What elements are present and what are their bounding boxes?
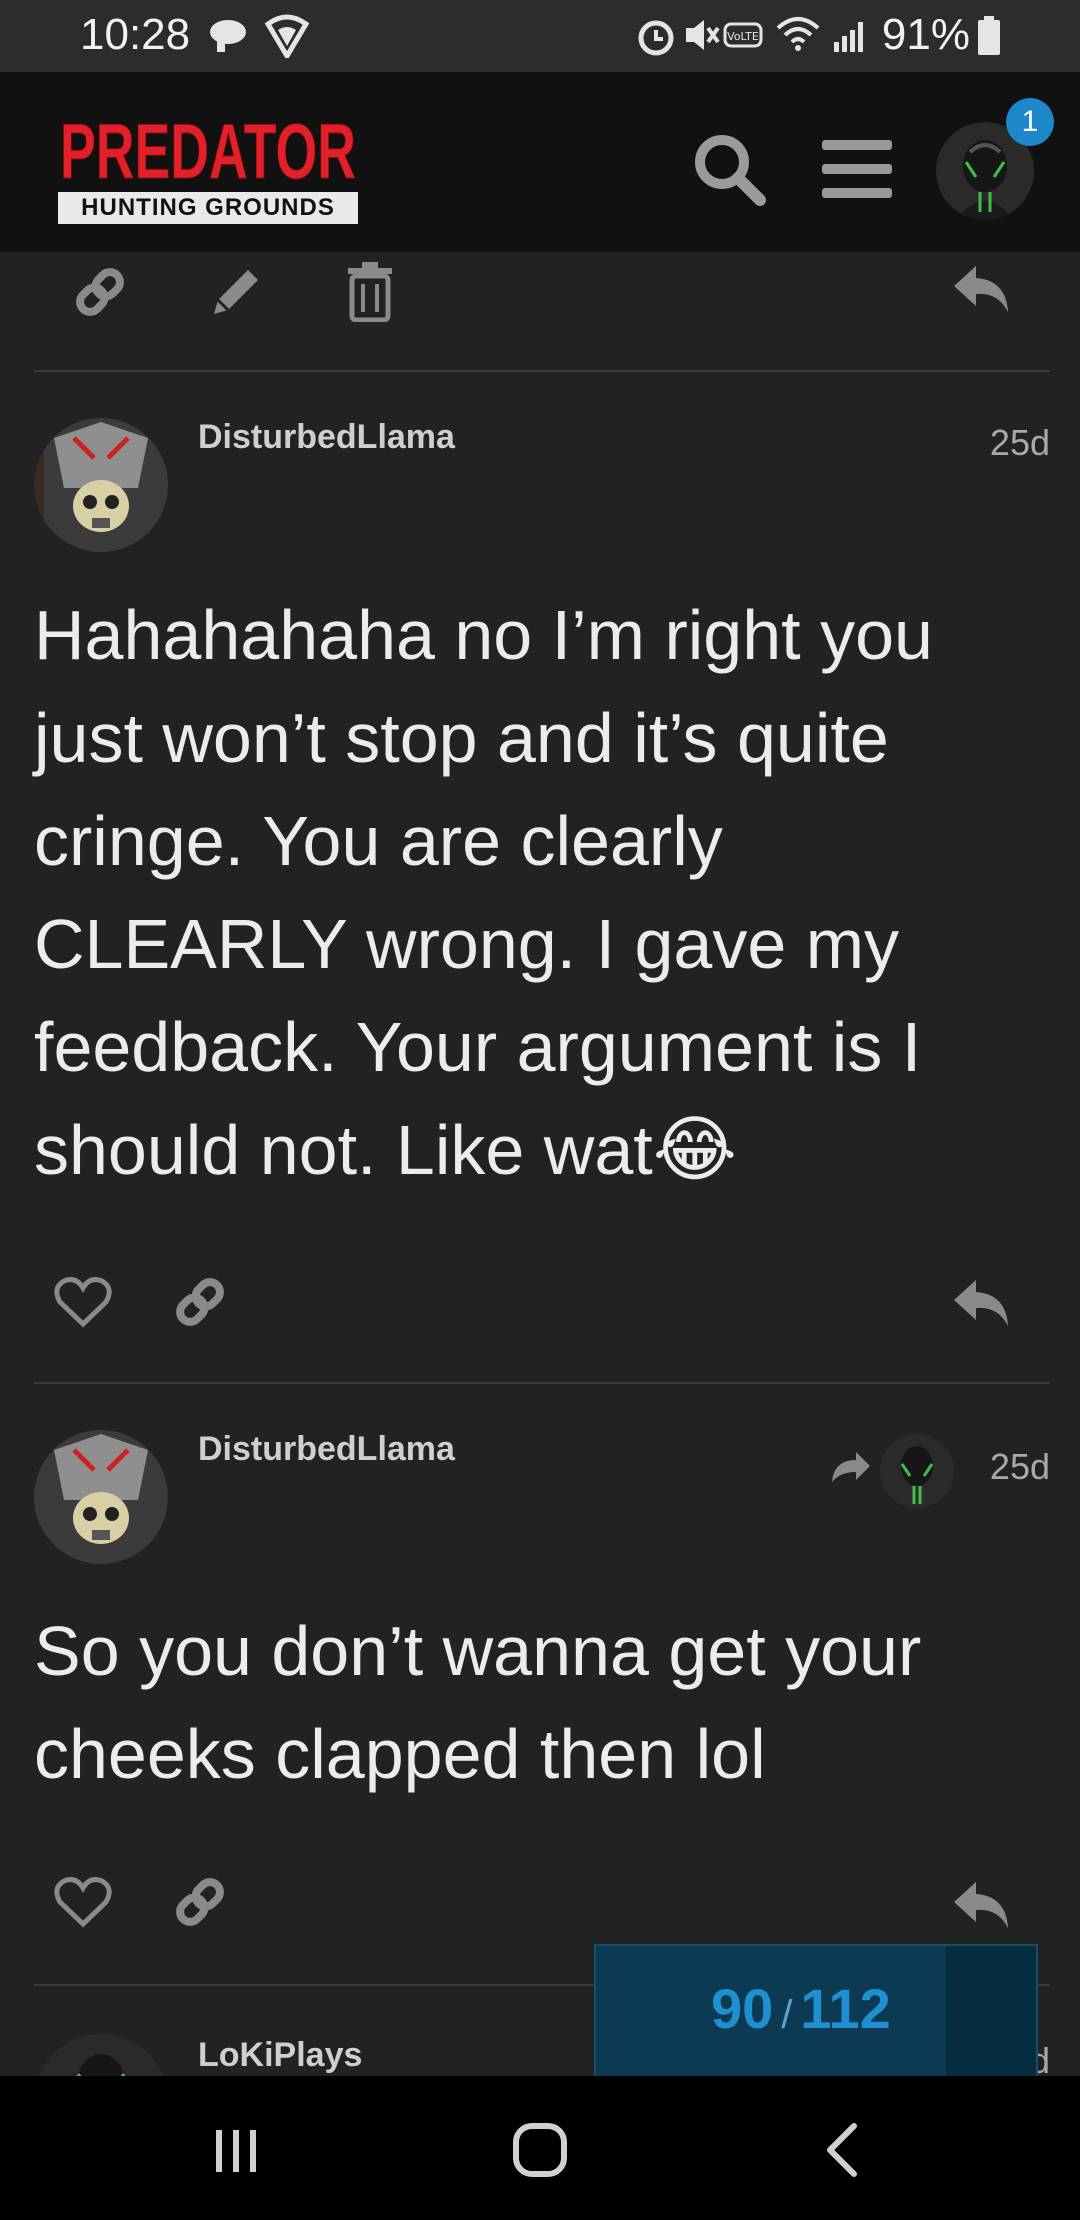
logo-subtitle: HUNTING GROUNDS [81, 194, 335, 221]
edit-button[interactable] [206, 262, 266, 327]
search-button[interactable] [690, 130, 770, 210]
post-text: Hahahahaha no I’m right you just won’t s… [34, 596, 933, 1189]
post-date[interactable]: 25d [990, 422, 1050, 464]
topic-progress-count: 90/112 [596, 1976, 1036, 2041]
post-username[interactable]: DisturbedLlama [198, 418, 455, 457]
delete-button[interactable] [344, 260, 396, 327]
wifi-icon [776, 14, 820, 54]
heart-icon [54, 1877, 112, 1928]
total-post-count: 112 [800, 1977, 891, 2040]
post-body: So you don’t wanna get your cheeks clapp… [34, 1612, 922, 1793]
status-bar: 10:28 VoLTE 91% [0, 0, 1080, 72]
post-date[interactable]: 25d [990, 1446, 1050, 1488]
recent-apps-button[interactable] [206, 2126, 266, 2181]
post: DisturbedLlama 25d So you don’t wanna ge… [0, 1384, 1080, 1984]
notification-badge[interactable]: 1 [1006, 98, 1054, 146]
link-button[interactable] [170, 1272, 230, 1337]
home-icon [513, 2123, 567, 2177]
heart-icon [54, 1277, 112, 1328]
wifi-shield-icon [264, 14, 310, 58]
alarm-icon [636, 14, 676, 56]
home-button[interactable] [510, 2120, 570, 2185]
post-username[interactable]: LoKiPlays [198, 2036, 362, 2075]
current-post-number: 90 [711, 1977, 774, 2040]
link-button[interactable] [170, 1872, 230, 1937]
topic-progress[interactable]: 90/112 [594, 1944, 1038, 2078]
battery-icon [976, 16, 1002, 56]
logo-title: PREDATOR [58, 107, 358, 196]
status-time: 10:28 [80, 10, 191, 59]
reply-to-avatar[interactable] [880, 1434, 954, 1508]
emoji-tears-of-joy: 😂 [652, 1110, 737, 1190]
site-logo[interactable]: PREDATOR HUNTING GROUNDS [58, 107, 358, 224]
hamburger-menu-button[interactable] [822, 136, 892, 202]
link-icon [176, 1278, 224, 1326]
reply-icon [954, 1882, 1008, 1928]
like-button[interactable] [54, 1276, 112, 1333]
like-button[interactable] [54, 1876, 112, 1933]
link-button[interactable] [70, 262, 130, 327]
link-icon [76, 268, 124, 316]
reply-button[interactable] [952, 1276, 1012, 1335]
battery-percent: 91% [881, 10, 970, 59]
back-chevron-icon [827, 2123, 857, 2177]
reply-to-arrow-icon[interactable] [830, 1450, 872, 1489]
reply-icon [954, 266, 1008, 312]
link-icon [176, 1878, 224, 1926]
avatar[interactable] [34, 418, 168, 552]
post: DisturbedLlama 25d Hahahahaha no I’m rig… [0, 372, 1080, 1382]
logo-subtitle-box: HUNTING GROUNDS [58, 192, 358, 224]
avatar[interactable] [34, 1430, 168, 1564]
svg-text:VoLTE: VoLTE [727, 30, 759, 43]
progress-separator: / [781, 1993, 793, 2037]
edit-icon [214, 270, 258, 314]
delete-icon [348, 262, 392, 323]
post-username[interactable]: DisturbedLlama [198, 1430, 455, 1469]
system-nav-bar [0, 2076, 1080, 2220]
recent-apps-icon [216, 2130, 256, 2172]
reply-button[interactable] [952, 262, 1012, 321]
post-body: Hahahahaha no I’m right you just won’t s… [34, 584, 1054, 1202]
svg-text:PREDATOR: PREDATOR [60, 112, 356, 186]
reply-icon [954, 1280, 1008, 1326]
reply-button[interactable] [952, 1878, 1012, 1937]
mute-icon [682, 14, 722, 56]
hamburger-menu-icon [822, 140, 892, 198]
back-button[interactable] [818, 2122, 868, 2183]
signal-icon [832, 16, 870, 54]
avatar[interactable] [34, 2034, 168, 2076]
sync-icon [208, 18, 248, 54]
search-icon [695, 135, 766, 206]
volte-icon: VoLTE [722, 14, 764, 56]
